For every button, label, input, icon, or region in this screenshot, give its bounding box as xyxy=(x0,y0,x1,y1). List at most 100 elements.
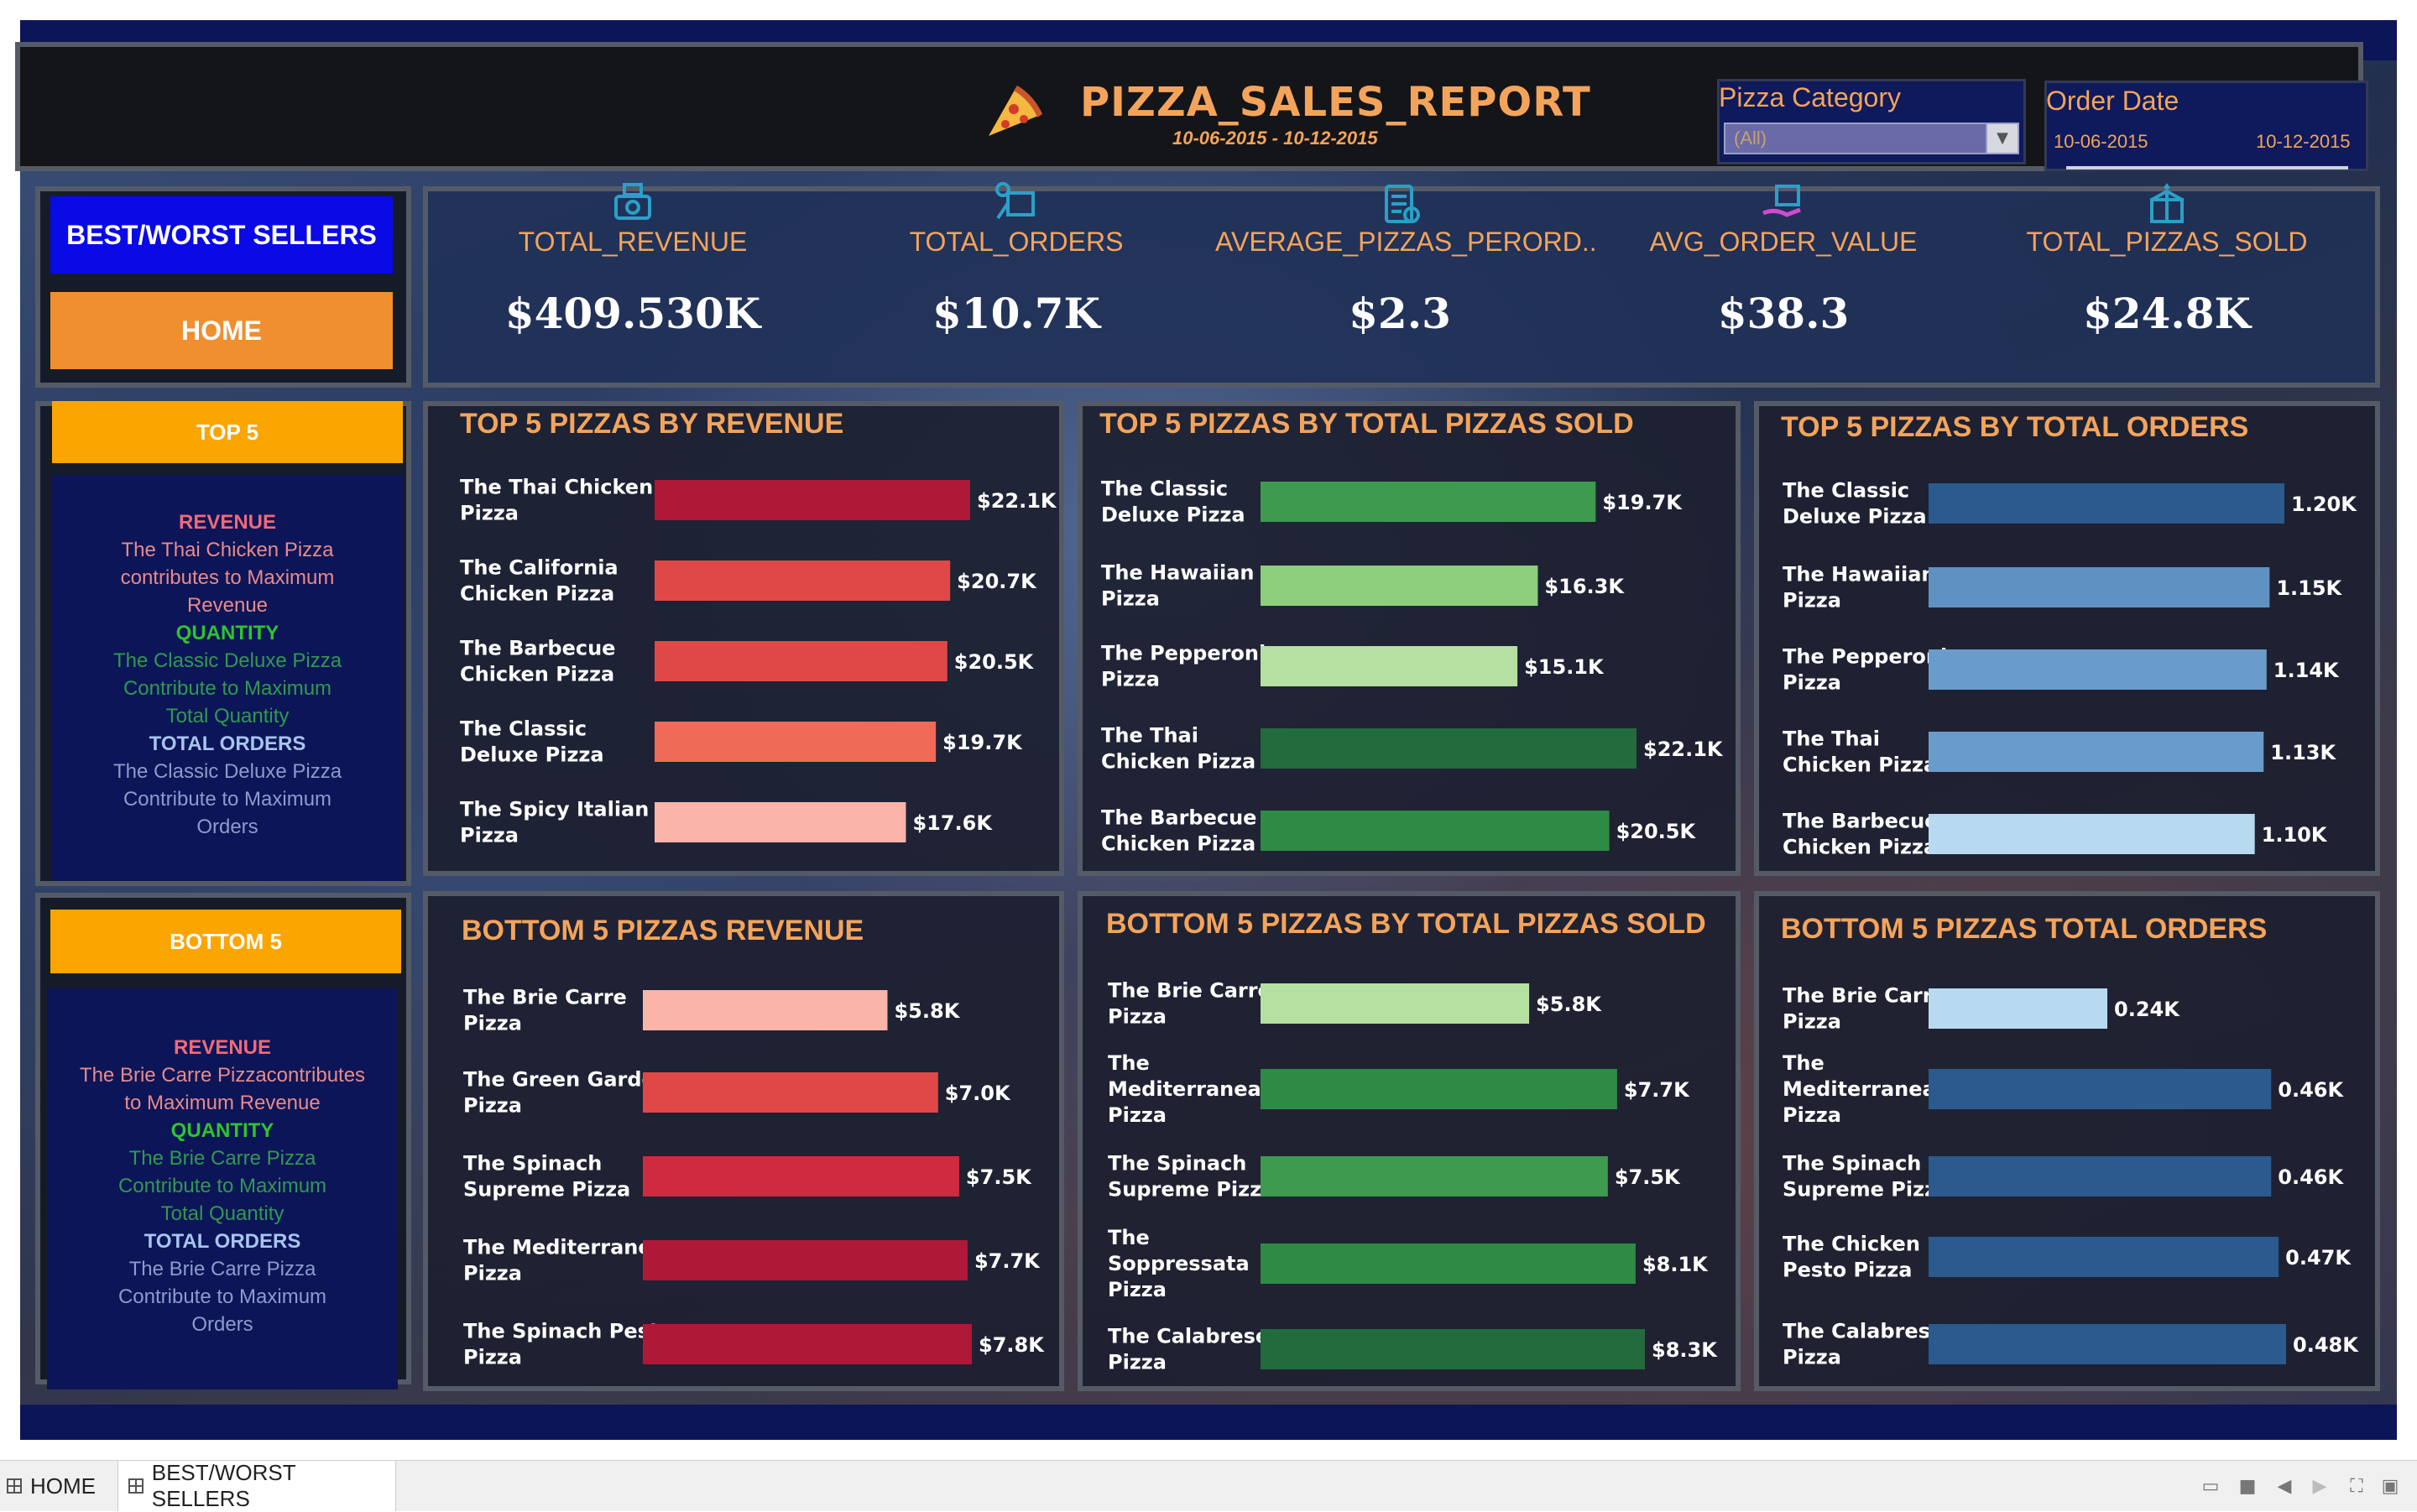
data-label: $7.5K xyxy=(1615,1165,1681,1189)
data-label: 1.13K xyxy=(2270,741,2336,764)
top5-quantity-heading: QUANTITY xyxy=(175,622,279,644)
top5-quantity-text: The Classic Deluxe Pizza Contribute to Ma… xyxy=(112,649,342,727)
bar[interactable] xyxy=(1261,983,1530,1024)
category-label: The Classic Deluxe Pizza xyxy=(1101,477,1245,527)
sheet-tab-bar: HOME BEST/WORST SELLERS xyxy=(0,1460,2417,1511)
top5-revenue-heading: REVENUE xyxy=(178,511,277,534)
bar[interactable] xyxy=(1261,1069,1617,1109)
bar[interactable] xyxy=(643,990,888,1030)
bar-chart-svg: The Brie Carre Pizza $5.8K The Mediterranean… xyxy=(1108,979,1718,1374)
chevron-down-icon[interactable]: ▼ xyxy=(1986,124,2018,153)
bar-chart-svg: The Brie Carre Pizza $5.8K The Green Garden… xyxy=(463,986,1045,1369)
data-label: $7.7K xyxy=(1624,1078,1690,1102)
category-label: The Hawaiian Pizza xyxy=(1101,561,1254,611)
next-sheet-icon[interactable]: ▶ xyxy=(2308,1477,2331,1497)
bar-chart-svg: The Classic Deluxe Pizza 1.20K The Hawaiian… xyxy=(1783,479,2357,859)
bar[interactable] xyxy=(643,1240,968,1280)
bar[interactable] xyxy=(643,1156,959,1197)
date-range-subtitle: 10-06-2015 - 10-12-2015 xyxy=(1172,128,1378,149)
bottom5-revenue-heading: REVENUE xyxy=(173,1036,272,1059)
pizza-category-select[interactable]: (All) ▼ xyxy=(1724,123,2019,154)
category-label: The California Chicken Pizza xyxy=(460,556,619,606)
data-label: 0.47K xyxy=(2285,1246,2352,1270)
order-date-slider[interactable] xyxy=(2066,166,2348,169)
order-date-start[interactable]: 10-06-2015 xyxy=(2054,131,2148,153)
bar[interactable] xyxy=(655,480,970,520)
data-label: 1.20K xyxy=(2291,493,2357,516)
category-label: The Classic Deluxe Pizza xyxy=(1783,479,1927,529)
top5-orders-heading: TOTAL ORDERS xyxy=(149,733,306,755)
bar[interactable] xyxy=(1261,728,1637,769)
data-label: 1.15K xyxy=(2276,576,2342,600)
bar[interactable] xyxy=(1261,811,1610,851)
bar[interactable] xyxy=(1929,1237,2279,1277)
kpi-label: AVERAGE_PIZZAS_PERORD.. xyxy=(1215,227,1597,257)
bar[interactable] xyxy=(1929,1069,2272,1109)
order-date-end[interactable]: 10-12-2015 xyxy=(2256,131,2351,153)
tab-best-worst-sellers[interactable]: BEST/WORST SELLERS xyxy=(117,1460,396,1511)
data-label: $5.8K xyxy=(894,999,960,1023)
bottom5-quantity-heading: QUANTITY xyxy=(170,1119,274,1142)
bar[interactable] xyxy=(1261,1329,1645,1369)
bar[interactable] xyxy=(655,722,937,762)
fullscreen-icon[interactable]: ⛶ xyxy=(2345,1477,2368,1497)
category-label: The Green Garden Pizza xyxy=(463,1068,670,1118)
kpi-value: $2.3 xyxy=(1349,289,1451,338)
data-label: $22.1K xyxy=(1643,738,1724,761)
bar[interactable] xyxy=(1261,566,1538,606)
bar[interactable] xyxy=(1929,1156,2272,1197)
page-title: PIZZA_SALES_REPORT xyxy=(1080,79,1591,126)
category-label: The Brie Carre Pizza xyxy=(1783,984,1946,1034)
bottom5-revenue-text: The Brie Carre Pizzacontributes to Maximu… xyxy=(79,1064,366,1114)
category-label: The Mediterranean Pizza xyxy=(1783,1051,1950,1127)
bar[interactable] xyxy=(655,802,906,842)
bar[interactable] xyxy=(1929,988,2107,1029)
category-label: The Hawaiian Pizza xyxy=(1783,563,1935,613)
data-label: 0.24K xyxy=(2114,998,2180,1021)
bar[interactable] xyxy=(655,641,947,681)
bar[interactable] xyxy=(643,1324,972,1364)
bar[interactable] xyxy=(1929,483,2284,524)
bar[interactable] xyxy=(655,560,951,601)
bar[interactable] xyxy=(1929,567,2270,607)
pizza-category-label: Pizza Category xyxy=(1719,82,1901,112)
bar[interactable] xyxy=(643,1072,938,1113)
bar[interactable] xyxy=(1261,482,1596,522)
kpi-value: $409.530K xyxy=(504,289,761,338)
data-label: $8.1K xyxy=(1642,1253,1709,1276)
bar[interactable] xyxy=(1261,1243,1636,1284)
data-label: $7.5K xyxy=(966,1165,1032,1189)
data-label: $7.0K xyxy=(945,1082,1011,1105)
pizza-category-value: (All) xyxy=(1734,128,1767,149)
category-label: The Brie Carre Pizza xyxy=(1108,979,1271,1029)
clipboard-icon xyxy=(1375,178,1425,228)
best-worst-sellers-button[interactable]: BEST/WORST SELLERS xyxy=(50,196,393,274)
data-label: $19.7K xyxy=(1602,491,1683,514)
category-label: The Chicken Pesto Pizza xyxy=(1783,1233,1920,1282)
bar[interactable] xyxy=(1929,649,2267,690)
data-label: 0.46K xyxy=(2278,1165,2344,1189)
bar[interactable] xyxy=(1929,1324,2286,1364)
bar[interactable] xyxy=(1929,732,2264,772)
category-label: The Classic Deluxe Pizza xyxy=(460,717,604,767)
filmstrip-icon[interactable]: ▭ xyxy=(2199,1477,2222,1497)
previous-sheet-icon[interactable]: ◀ xyxy=(2273,1477,2296,1497)
category-label: The Spinach Supreme Pizza xyxy=(1108,1152,1275,1202)
bar[interactable] xyxy=(1929,814,2255,854)
category-label: The Barbecue Chicken Pizza xyxy=(1783,810,1938,859)
bottom5-quantity-text: The Brie Carre Pizza Contribute to Maximu… xyxy=(117,1147,327,1225)
kpi-value: $38.3 xyxy=(1717,289,1850,338)
top5-header: TOP 5 xyxy=(52,401,403,463)
tab-home[interactable]: HOME xyxy=(7,1461,116,1511)
category-label: The Barbecue Chicken Pizza xyxy=(460,637,615,686)
bar[interactable] xyxy=(1261,646,1518,686)
data-label: $20.5K xyxy=(1616,820,1697,843)
data-label: $17.6K xyxy=(912,811,993,835)
order-date-label: Order Date xyxy=(2046,86,2179,116)
sheet-sorter-icon[interactable]: ■ xyxy=(2236,1477,2259,1497)
data-label: $7.7K xyxy=(974,1249,1041,1273)
bar[interactable] xyxy=(1261,1156,1608,1197)
presentation-icon[interactable]: ▣ xyxy=(2378,1477,2402,1497)
grid-icon xyxy=(128,1478,144,1494)
home-button[interactable]: HOME xyxy=(50,292,393,369)
